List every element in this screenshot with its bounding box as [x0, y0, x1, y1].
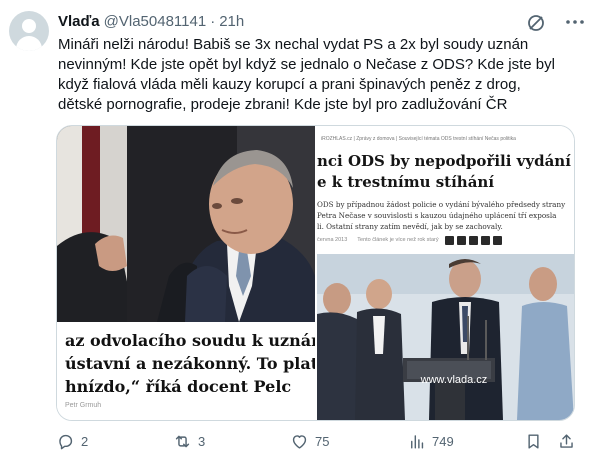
podium-sign: www.vlada.cz [420, 374, 488, 386]
grok-icon[interactable] [525, 12, 547, 34]
link-icon [492, 235, 502, 245]
caption-line: hnízdo,“ říká docent Pelc [65, 377, 292, 396]
tweet-actions: 2 3 75 749 [56, 429, 576, 453]
perex-line: li. Ostatní strany zatím nevědí, jak by … [317, 222, 503, 231]
reply-count: 2 [81, 433, 89, 449]
bookmark-icon [528, 433, 539, 449]
tweet-text-line: Mináři nelži národu! Babiš se 3x nechal … [58, 36, 529, 53]
author-handle[interactable]: @Vla50481141 [104, 13, 207, 30]
twitter-icon [456, 235, 466, 245]
bookmark-button[interactable] [524, 429, 549, 453]
article-date: června 2013 [317, 237, 348, 243]
tweet-text-line: dětské pornografie, prodeje zbrani! Kde … [58, 96, 508, 113]
media-image-left[interactable]: az odvolacího soudu k uznání viny ústavn… [57, 126, 315, 420]
tweet-time[interactable]: 21h [219, 13, 244, 30]
views-count: 749 [432, 433, 454, 449]
repost-count: 3 [198, 433, 206, 449]
tweet-text: Mináři nelži národu! Babiš se 3x nechal … [58, 35, 588, 115]
tweet-header: Vlaďa @Vla50481141 · 21h [58, 10, 244, 32]
article-meta: června 2013 Tento článek je více než rok… [317, 234, 502, 246]
perex-line: Petra Nečase v souvislosti s kauzou údaj… [317, 211, 557, 220]
avatar[interactable] [9, 11, 49, 51]
avatar-body-shape [16, 36, 42, 51]
article-headline: nci ODS by nepodpořili vydání Petra e k … [317, 151, 574, 193]
share-button[interactable] [557, 429, 582, 453]
like-count: 75 [315, 433, 330, 449]
repost-button[interactable]: 3 [173, 429, 205, 453]
caption-line: ústavní a nezákonný. To platí i v ka [65, 354, 315, 373]
headline-line: nci ODS by nepodpořili vydání Petra [317, 152, 574, 170]
author-name[interactable]: Vlaďa [58, 13, 100, 30]
caption-line: az odvolacího soudu k uznání viny [65, 331, 315, 350]
tweet: Vlaďa @Vla50481141 · 21h Mináři nelži ná… [0, 0, 603, 464]
more-options-icon[interactable] [562, 12, 588, 32]
headline-line: e k trestnímu stíhání [317, 173, 495, 191]
article-age-note: Tento článek je více než rok starý [357, 237, 439, 243]
repost-icon [175, 435, 190, 447]
facebook-icon [444, 235, 454, 245]
article-nav: iROZHLAS.cz | Zprávy z domova | Souvisej… [321, 136, 516, 142]
share-icon [560, 433, 573, 448]
linkedin-icon [468, 235, 478, 245]
perex-line: ODS by případnou žádost policie o vydání… [317, 200, 566, 209]
avatar-head-shape [22, 19, 36, 33]
left-image-caption: az odvolacího soudu k uznání viny ústavn… [65, 329, 315, 398]
reply-icon [59, 434, 73, 449]
tweet-text-line: když fialová vláda měli kauzy korupcí a … [58, 76, 521, 93]
reply-button[interactable]: 2 [56, 429, 88, 453]
separator-dot: · [210, 12, 216, 30]
like-button[interactable]: 75 [290, 429, 329, 453]
photo-press-conference [317, 254, 574, 420]
media-image-right[interactable]: iROZHLAS.cz | Zprávy z domova | Souvisej… [317, 126, 574, 420]
mail-icon [480, 235, 490, 245]
heart-icon [292, 434, 307, 449]
views-chart-icon [411, 434, 424, 449]
tweet-media[interactable]: az odvolacího soudu k uznání viny ústavn… [56, 125, 575, 421]
photo-babis [57, 126, 315, 322]
views-button[interactable]: 749 [407, 429, 454, 453]
photo-credit: Petr Grmuh [65, 402, 102, 409]
tweet-text-line: nevinným! Kde jste opět byl když se jedn… [58, 56, 555, 73]
article-perex: ODS by případnou žádost policie o vydání… [317, 199, 565, 232]
